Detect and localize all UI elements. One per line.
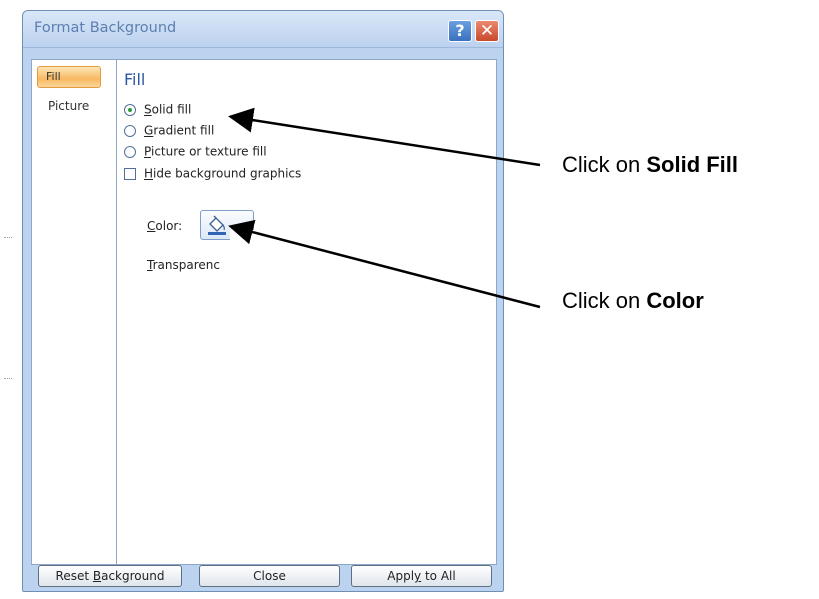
callout-color: Click on Color — [562, 288, 704, 313]
callout-solid-fill: Click on Solid Fill — [562, 152, 739, 177]
arrow-to-solid-fill — [228, 107, 541, 167]
arrow-to-color — [228, 219, 541, 309]
